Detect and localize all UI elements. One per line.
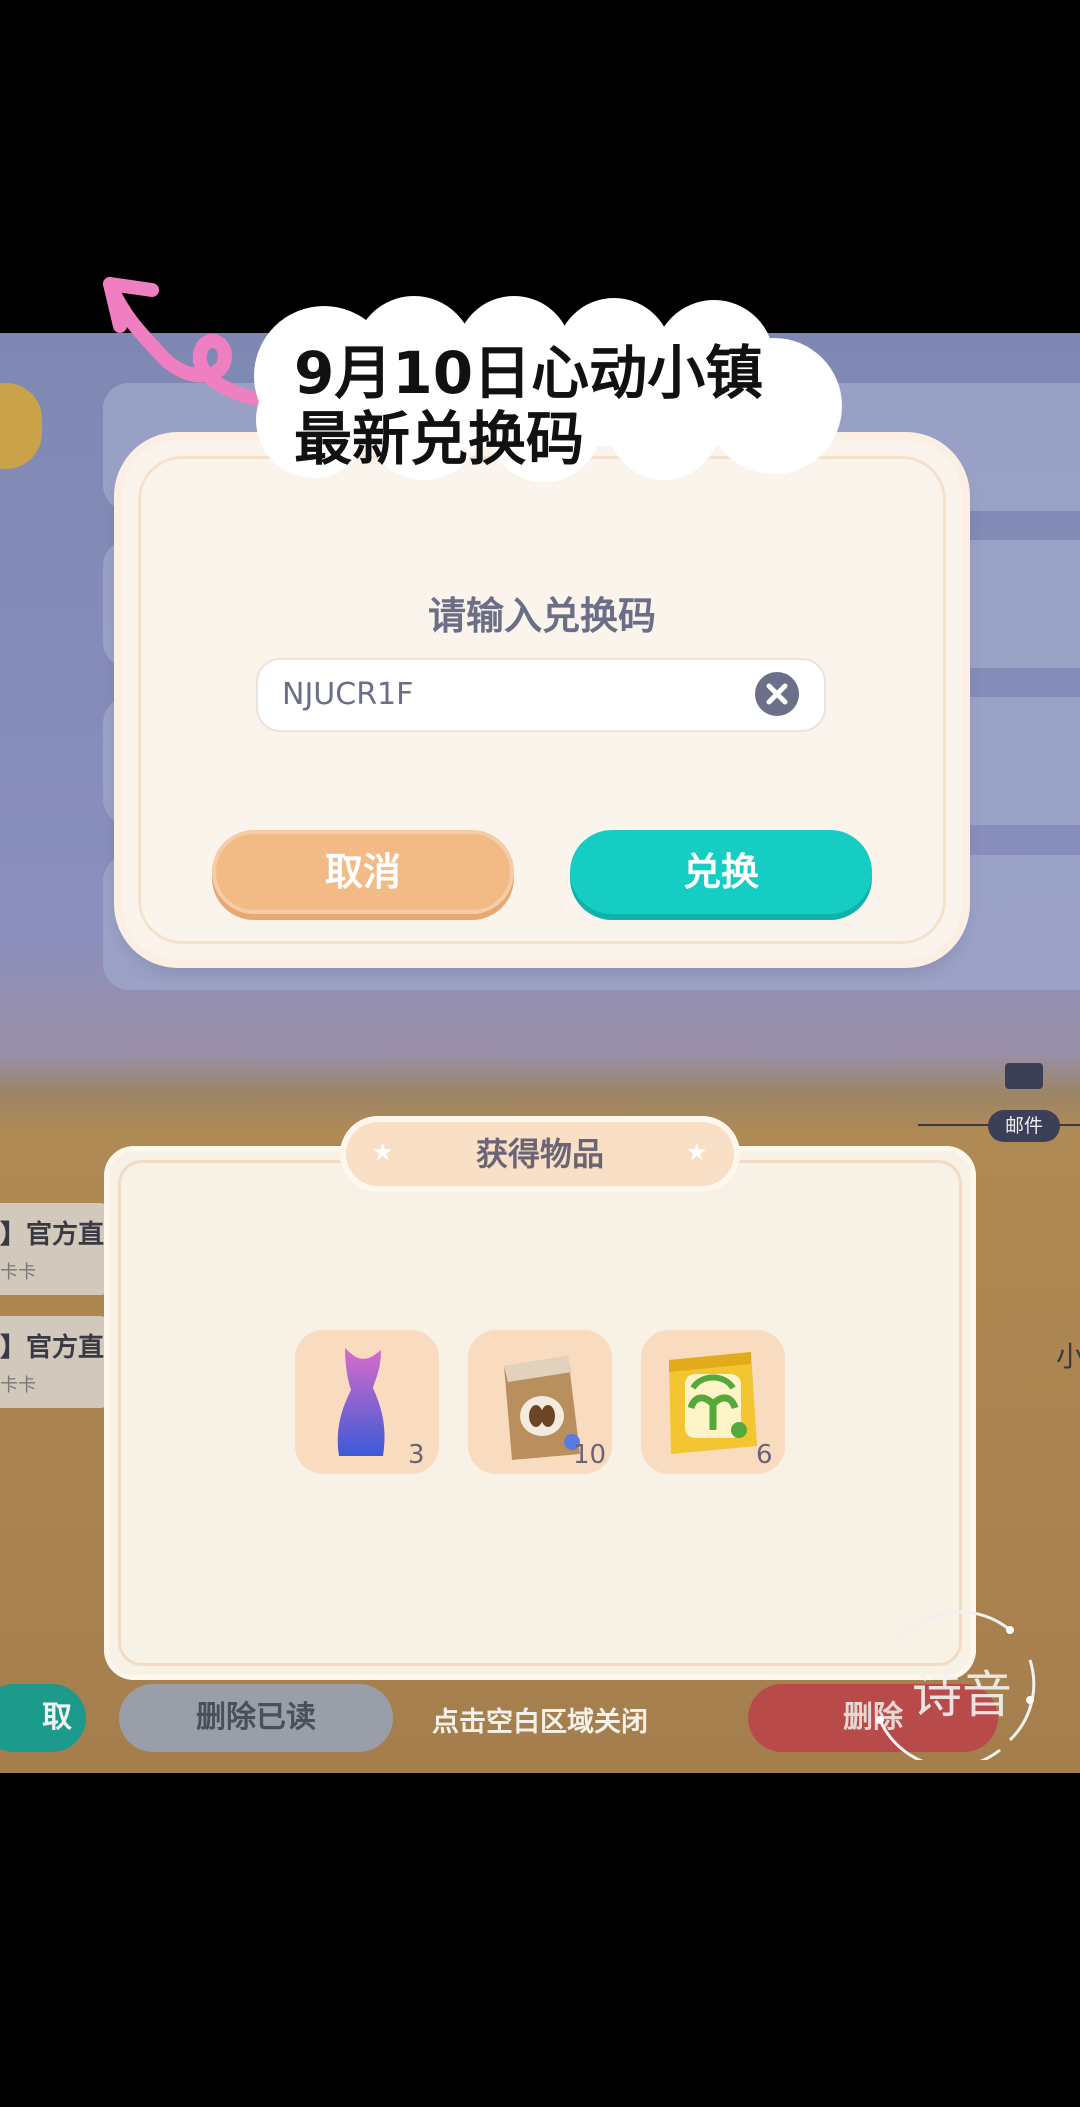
close-icon <box>766 683 788 705</box>
cancel-button[interactable]: 取消 <box>212 830 514 914</box>
dialog-title: 请输入兑换码 <box>427 594 656 638</box>
mail-list-item-sender: 卡卡 <box>0 1375 36 1396</box>
item-count: 10 <box>573 1440 607 1470</box>
mail-list-item-title: 】官方直 <box>0 1220 105 1250</box>
star-icon: ★ <box>372 1138 394 1166</box>
item-count: 6 <box>756 1440 773 1470</box>
side-text: 小 <box>1056 1340 1080 1373</box>
mail-tab-label[interactable]: 邮件 <box>988 1110 1060 1142</box>
clear-input-button[interactable] <box>755 672 799 716</box>
close-hint: 点击空白区域关闭 <box>432 1707 648 1738</box>
claim-button[interactable]: 取 <box>0 1684 86 1752</box>
mail-list-item-title: 】官方直 <box>0 1333 105 1363</box>
item-count: 3 <box>408 1440 425 1470</box>
watermark-text: 诗音 <box>912 1666 1012 1724</box>
mail-list-item-sender: 卡卡 <box>0 1262 36 1283</box>
items-panel-title: 获得物品 <box>346 1122 734 1186</box>
star-icon: ★ <box>686 1138 708 1166</box>
caption-line-2: 最新兑换码 <box>294 405 585 473</box>
redeem-code-input[interactable]: NJUCR1F <box>256 658 826 732</box>
delete-read-button[interactable]: 删除已读 <box>119 1684 393 1752</box>
mail-icon[interactable] <box>1005 1063 1043 1089</box>
redeem-button[interactable]: 兑换 <box>570 830 872 914</box>
